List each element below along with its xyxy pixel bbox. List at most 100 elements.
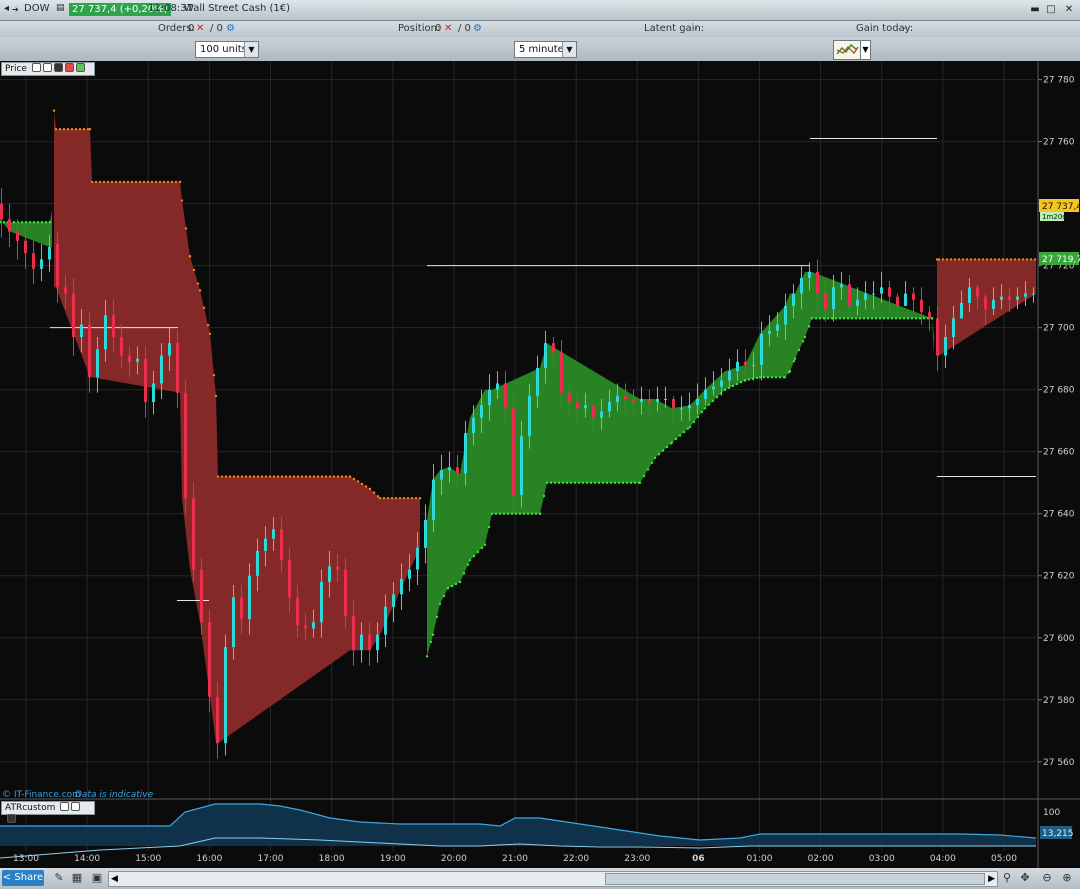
candle-body xyxy=(864,293,867,300)
scroll-left-icon[interactable]: ◀ xyxy=(111,872,118,886)
stop-dot-down xyxy=(344,475,348,478)
price-tick-label: 27 640 xyxy=(1043,510,1075,520)
stop-dot-up xyxy=(830,317,834,320)
time-tick-label: 05:00 xyxy=(991,854,1017,864)
wrench-icon[interactable] xyxy=(31,63,41,72)
candle-body xyxy=(144,358,147,403)
candle-body xyxy=(848,284,851,306)
candle-body xyxy=(504,383,507,409)
price-tick-label: 27 660 xyxy=(1043,448,1075,458)
pan-icon[interactable]: ✥ xyxy=(1018,871,1032,885)
candle-body xyxy=(216,696,219,744)
collapse-icon[interactable]: ◂ xyxy=(4,3,9,14)
orders-cancel-icon[interactable]: ✕ xyxy=(196,23,204,34)
candle-body xyxy=(232,597,235,648)
stop-dot-down xyxy=(184,227,188,230)
stop-dot-down xyxy=(248,475,252,478)
stop-dot-up xyxy=(703,407,707,410)
magnet-icon[interactable]: ⚲ xyxy=(1000,871,1014,885)
stop-dot-down xyxy=(260,475,264,478)
stop-dot-up xyxy=(621,481,625,484)
stop-dot-down xyxy=(300,475,304,478)
candle-body xyxy=(56,243,59,288)
stop-dot-up xyxy=(739,381,743,384)
stop-dot-down xyxy=(102,180,106,184)
time-tick-label: 02:00 xyxy=(808,854,834,864)
horizontal-scrollbar[interactable]: ◀ ▶ xyxy=(108,871,998,887)
close-circle-icon[interactable] xyxy=(53,63,63,72)
stop-dot-down xyxy=(1029,258,1033,261)
stop-dot-down xyxy=(340,475,344,478)
stop-dot-up xyxy=(657,453,661,456)
minimize-icon[interactable]: ▬ xyxy=(1028,4,1042,16)
stop-dot-down xyxy=(324,475,328,478)
stop-dot-up xyxy=(466,563,470,566)
candle-body xyxy=(160,355,163,384)
candle-body xyxy=(784,305,787,325)
drawing-tool-icon[interactable]: ✎ xyxy=(52,871,66,885)
window-icon[interactable] xyxy=(42,63,52,72)
info-icon[interactable]: ▤ xyxy=(56,3,65,13)
add-icon[interactable] xyxy=(64,63,74,72)
stop-dot-up xyxy=(462,572,466,575)
chart-settings-icon[interactable]: ▣ xyxy=(90,871,104,885)
stop-dot-down xyxy=(62,128,66,131)
stop-dot-down xyxy=(52,109,56,112)
scroll-right-icon[interactable]: ▶ xyxy=(988,872,995,886)
time-tick-label: 15:00 xyxy=(135,854,161,864)
maximize-icon[interactable]: □ xyxy=(1044,4,1058,16)
stop-dot-down xyxy=(372,491,376,494)
units-select[interactable]: 100 units ▼ xyxy=(195,41,259,58)
stop-dot-up xyxy=(609,481,613,484)
candle-body xyxy=(312,622,315,629)
chart-area[interactable]: 100 27 78027 76027 74027 72027 70027 680… xyxy=(0,61,1080,868)
stop-dot-down xyxy=(949,258,953,261)
timeframe-select[interactable]: 5 minutes ▼ xyxy=(514,41,577,58)
candle-body xyxy=(512,408,515,496)
gain-today-value: - xyxy=(903,23,907,34)
candle-body xyxy=(376,634,379,651)
atr-value-label: 13,215 xyxy=(1042,829,1074,839)
stop-dot-up xyxy=(653,456,657,460)
zoom-out-icon[interactable]: ⊖ xyxy=(1040,871,1054,885)
candle-body xyxy=(896,296,899,306)
stop-dot-up xyxy=(711,399,715,403)
candle-body xyxy=(960,302,963,319)
stop-dot-up xyxy=(494,512,498,515)
up-icon[interactable] xyxy=(75,63,85,72)
scrollbar-thumb[interactable] xyxy=(605,873,985,885)
candle-body xyxy=(152,383,155,403)
stop-dot-down xyxy=(244,475,248,478)
window-icon[interactable] xyxy=(71,802,81,811)
candle-body xyxy=(280,529,283,561)
chart-type-icon xyxy=(836,43,859,55)
candle-body xyxy=(0,203,3,220)
stop-dot-up xyxy=(526,512,530,515)
close-icon[interactable]: ✕ xyxy=(1062,4,1076,16)
candle-body xyxy=(464,433,467,474)
stop-dot-down xyxy=(162,180,166,184)
zoom-in-icon[interactable]: ⊕ xyxy=(1060,871,1074,885)
stop-dot-down xyxy=(1005,258,1009,261)
stop-dot-up xyxy=(557,481,561,484)
share-button[interactable]: < Share xyxy=(2,870,44,886)
stop-dot-up xyxy=(577,481,581,484)
time-tick-label: 23:00 xyxy=(624,854,650,864)
stop-dot-down xyxy=(356,480,360,483)
position-settings-icon[interactable]: ⚙ xyxy=(473,23,482,34)
stop-dot-up xyxy=(862,317,866,320)
time-tick-label: 14:00 xyxy=(74,854,100,864)
close-circle-icon[interactable] xyxy=(7,814,16,823)
stop-dot-down xyxy=(126,180,130,184)
orders-settings-icon[interactable]: ⚙ xyxy=(226,23,235,34)
candle-body xyxy=(944,336,947,356)
position-cancel-icon[interactable]: ✕ xyxy=(444,23,452,34)
calculator-icon[interactable]: ▦ xyxy=(70,871,84,885)
stop-dot-up xyxy=(20,221,24,224)
chart-type-button[interactable] xyxy=(833,40,861,60)
candle-body xyxy=(304,625,307,629)
wrench-icon[interactable] xyxy=(60,802,70,811)
stop-dot-down xyxy=(272,475,276,478)
stop-dot-up xyxy=(506,512,510,515)
chart-type-dropdown[interactable]: ▼ xyxy=(860,40,871,60)
